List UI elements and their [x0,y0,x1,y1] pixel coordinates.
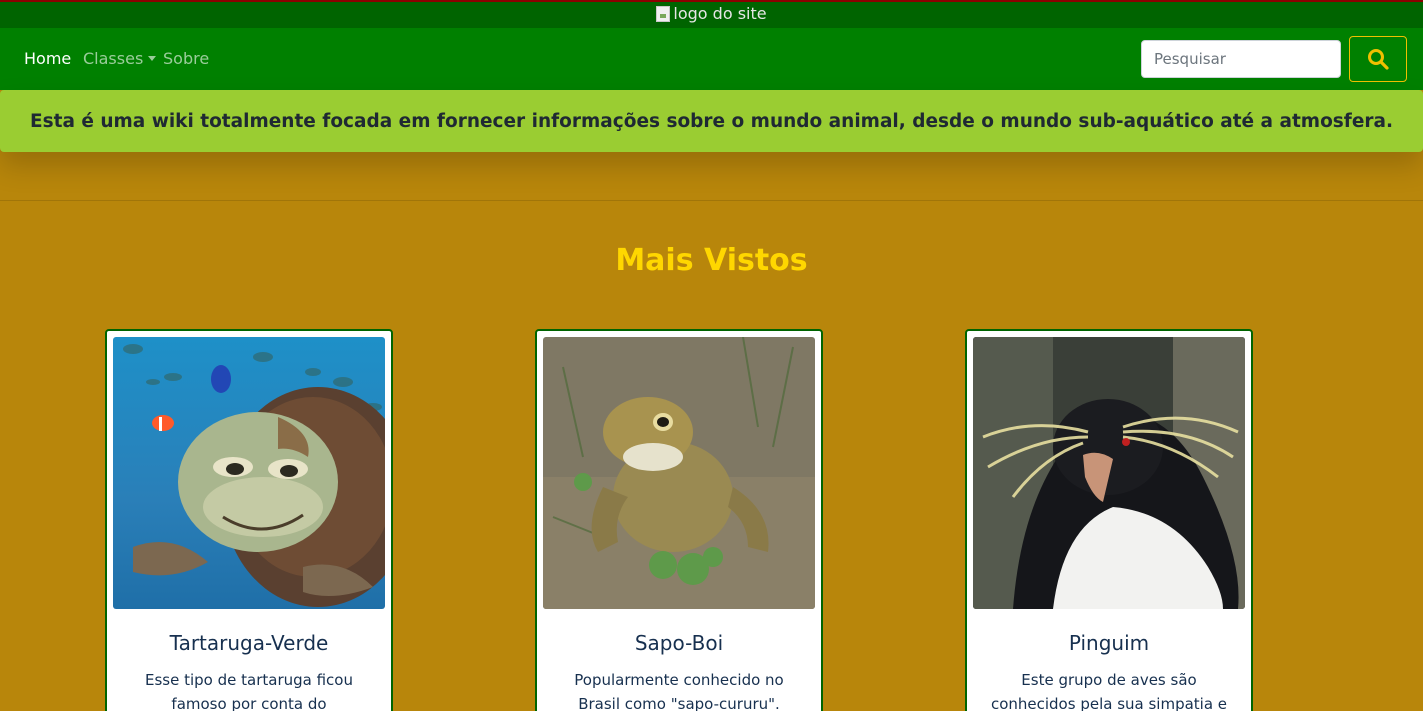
caret-down-icon [148,56,157,61]
search-icon [1368,49,1389,70]
penguin-photo[interactable] [973,337,1245,609]
search-input[interactable] [1141,40,1341,78]
animal-card[interactable]: Tartaruga-Verde Esse tipo de tartaruga f… [105,329,393,711]
card-title: Pinguim [1068,631,1150,655]
card-title: Tartaruga-Verde [169,631,329,655]
logo-bar: logo do site [0,0,1423,28]
section-title: Mais Vistos [615,243,808,278]
nav-classes-label: Classes [83,49,144,68]
banner-text: Esta é uma wiki totalmente focada em for… [29,110,1394,132]
nav-classes-dropdown[interactable]: Classes [83,49,157,69]
animal-card[interactable]: Sapo-Boi Popularmente conhecido no Brasi… [535,329,823,711]
search-button[interactable] [1349,36,1407,82]
nav-about[interactable]: Sobre [163,49,209,69]
animal-card[interactable]: Pinguim Este grupo de aves são conhecido… [965,329,1253,711]
card-title: Sapo-Boi [634,631,724,655]
logo-alt-text: logo do site [673,4,767,23]
section-divider [0,200,1423,201]
broken-image-icon [656,6,671,22]
navbar: Home Classes Sobre [0,28,1423,90]
site-logo[interactable]: logo do site [656,4,767,24]
nav-home[interactable]: Home [24,49,71,69]
sea-turtle-photo[interactable] [113,337,385,609]
toad-photo[interactable] [543,337,815,609]
card-description: Este grupo de aves são conhecidos pela s… [990,671,1228,711]
card-description: Popularmente conhecido no Brasil como "s… [574,671,784,711]
intro-banner: Esta é uma wiki totalmente focada em for… [0,90,1423,152]
card-description: Esse tipo de tartaruga ficou famoso por … [145,671,353,711]
